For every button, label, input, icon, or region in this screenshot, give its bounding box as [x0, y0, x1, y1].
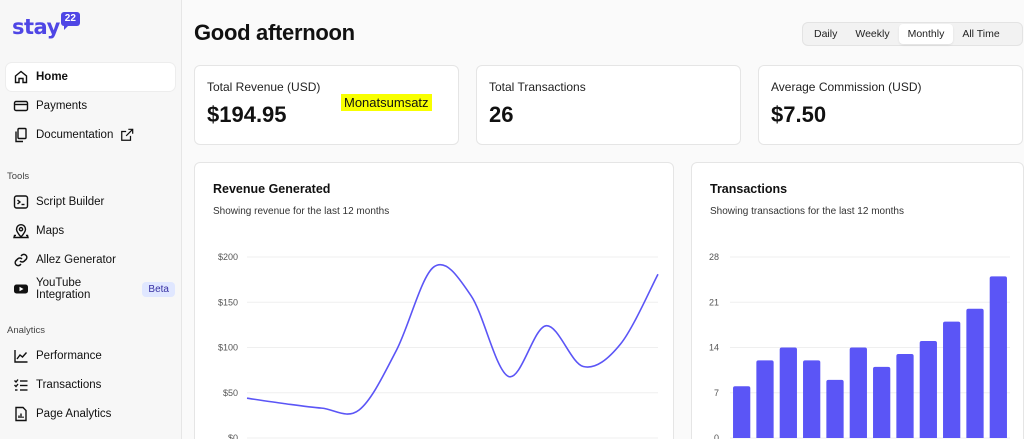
sidebar-item-label: Home	[36, 71, 68, 83]
home-icon	[14, 70, 28, 84]
sidebar-item-label: Maps	[36, 225, 65, 237]
sidebar-item-label: Transactions	[36, 379, 102, 391]
transactions-bar	[989, 276, 1007, 438]
sidebar-item-label: Script Builder	[36, 196, 105, 208]
y-tick-label: 0	[714, 433, 719, 439]
section-label-tools: Tools	[7, 171, 30, 182]
stat-value: $7.50	[771, 102, 827, 127]
sidebar-item-transactions[interactable]: Transactions	[6, 371, 175, 399]
sidebar-item-allez-generator[interactable]: Allez Generator	[6, 246, 175, 274]
logo-text: stay	[12, 15, 60, 39]
revenue-series-line	[246, 264, 659, 415]
sidebar-item-performance[interactable]: Performance	[6, 342, 175, 370]
credit-card-icon	[13, 100, 29, 112]
link-icon	[14, 253, 28, 267]
stat-card-average-commission: Average Commission (USD) $7.50	[758, 65, 1023, 145]
transactions-bar	[919, 341, 937, 438]
sidebar-item-label: YouTube Integration	[36, 277, 91, 301]
y-tick-label: $0	[228, 433, 238, 439]
sidebar-item-script-builder[interactable]: Script Builder	[6, 188, 175, 216]
stay22-logo[interactable]: stay 22	[12, 12, 80, 40]
transactions-bar	[733, 386, 751, 438]
y-tick-label: $50	[223, 388, 238, 398]
y-tick-label: $100	[218, 343, 238, 353]
highlight-annotation: Monatsumsatz	[341, 94, 432, 111]
y-tick-label: 7	[714, 388, 719, 398]
terminal-icon	[13, 195, 29, 209]
stat-value: $194.95	[207, 102, 287, 127]
stat-title: Total Transactions	[489, 80, 586, 94]
stat-value: 26	[489, 102, 514, 127]
documents-icon	[15, 127, 27, 143]
transactions-bar	[966, 308, 984, 438]
period-daily[interactable]: Daily	[805, 24, 846, 44]
sidebar-item-page-analytics[interactable]: Page Analytics	[6, 400, 175, 428]
revenue-line-chart: $200 $150 $100 $50 $0	[218, 252, 659, 439]
sidebar: stay 22 Home Payments Documentation Tool…	[0, 0, 182, 439]
sidebar-item-label: Allez Generator	[36, 254, 116, 266]
page-title: Good afternoon	[194, 20, 355, 45]
map-pin-icon	[13, 224, 29, 239]
line-chart-icon	[14, 350, 28, 363]
sidebar-item-home[interactable]: Home	[6, 63, 175, 91]
period-selector: Daily Weekly Monthly All Time	[802, 22, 1023, 46]
checklist-icon	[14, 379, 28, 391]
transactions-bar	[873, 366, 891, 438]
stat-card-total-transactions: Total Transactions 26	[476, 65, 741, 145]
period-all-time[interactable]: All Time	[953, 24, 1008, 44]
y-tick-label: 14	[709, 343, 719, 353]
y-tick-label: 28	[709, 252, 719, 262]
transactions-bar	[756, 360, 774, 438]
transactions-bar	[803, 360, 821, 438]
sidebar-item-label: Payments	[36, 100, 88, 112]
sidebar-item-youtube-integration[interactable]: YouTube Integration Beta	[6, 275, 175, 303]
transactions-bar	[896, 353, 914, 438]
y-tick-label: $150	[218, 297, 238, 307]
sidebar-item-label: Documentation	[36, 129, 114, 141]
transactions-bar	[779, 347, 797, 438]
sidebar-item-payments[interactable]: Payments	[6, 92, 175, 120]
y-tick-label: 21	[709, 297, 719, 307]
transactions-chart-card: Transactions Showing transactions for th…	[691, 162, 1024, 439]
beta-badge: Beta	[142, 281, 175, 297]
external-link-icon	[121, 128, 134, 141]
y-tick-label: $200	[218, 252, 238, 262]
stat-title: Average Commission (USD)	[771, 80, 922, 94]
sidebar-item-documentation[interactable]: Documentation	[6, 121, 175, 149]
stat-title: Total Revenue (USD)	[207, 80, 321, 94]
logo-badge: 22	[60, 12, 80, 30]
period-weekly[interactable]: Weekly	[846, 24, 898, 44]
period-monthly[interactable]: Monthly	[898, 24, 954, 44]
transactions-bar-chart: 28 21 14 7 0	[709, 252, 1010, 439]
transactions-bar	[826, 379, 844, 438]
youtube-icon	[14, 284, 28, 294]
stat-card-total-revenue: Total Revenue (USD) $194.95 Monatsumsatz	[194, 65, 459, 145]
page-chart-icon	[15, 406, 27, 422]
revenue-chart-card: Revenue Generated Showing revenue for th…	[194, 162, 674, 439]
sidebar-item-maps[interactable]: Maps	[6, 217, 175, 245]
transactions-bar	[943, 321, 961, 438]
sidebar-item-label: Performance	[36, 350, 102, 362]
transactions-bar	[849, 347, 867, 438]
section-label-analytics: Analytics	[7, 325, 46, 336]
sidebar-item-label: Page Analytics	[36, 408, 112, 420]
